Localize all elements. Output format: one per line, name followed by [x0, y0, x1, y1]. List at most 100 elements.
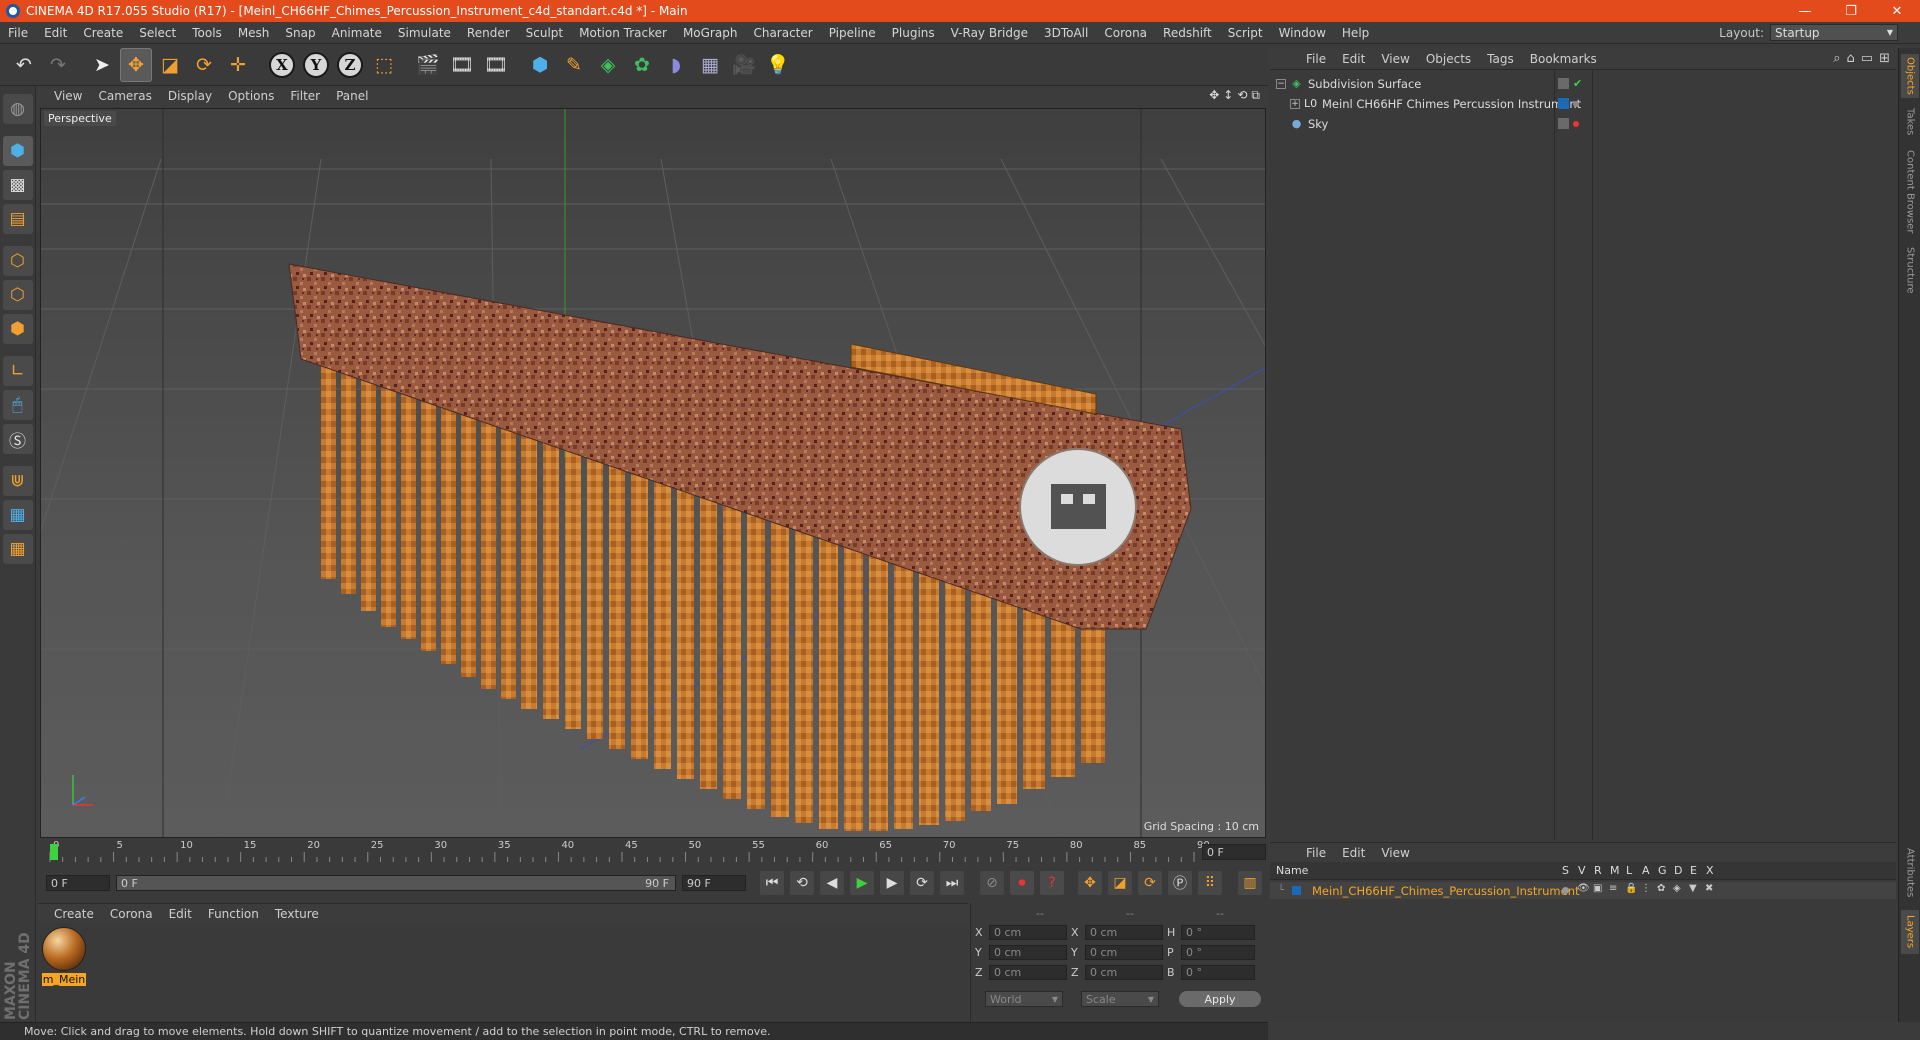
next-key-button[interactable]: ⟳: [910, 871, 934, 895]
world-dropdown[interactable]: World ▼: [985, 991, 1063, 1007]
x-axis-button[interactable]: X: [266, 48, 298, 82]
menu-file[interactable]: File: [0, 26, 36, 40]
dolly-view-icon[interactable]: ↕: [1223, 88, 1233, 103]
live-selection-button[interactable]: ➤: [86, 48, 118, 82]
timeline-window-button[interactable]: ▥: [1238, 871, 1262, 895]
workplane-mode-button[interactable]: ▤: [2, 204, 33, 234]
viewport-menu-filter[interactable]: Filter: [282, 89, 328, 103]
edit-render-settings-button[interactable]: 🎞: [480, 48, 512, 82]
add-floor-button[interactable]: ▦: [694, 48, 726, 82]
expand-icon[interactable]: ⊞: [1879, 51, 1890, 66]
material-thumbnail[interactable]: m_Mein: [42, 927, 86, 986]
menu-plugins[interactable]: Plugins: [884, 26, 943, 40]
render-view-button[interactable]: 🎬: [412, 48, 444, 82]
axis-mode-button[interactable]: ∟: [2, 356, 33, 386]
key-parameter-button[interactable]: Ⓟ: [1168, 871, 1192, 895]
search-icon[interactable]: ⌕: [1833, 51, 1840, 66]
layer-color-tag-icon[interactable]: [1558, 98, 1569, 109]
y-axis-button[interactable]: Y: [300, 48, 332, 82]
viewport-label[interactable]: Perspective: [44, 111, 116, 126]
viewport-menu-panel[interactable]: Panel: [328, 89, 376, 103]
lm-menu-edit[interactable]: Edit: [1334, 846, 1373, 860]
menu-help[interactable]: Help: [1334, 26, 1377, 40]
planar-workplane-button[interactable]: ▦: [2, 534, 33, 564]
menu-3dtoall[interactable]: 3DToAll: [1036, 26, 1096, 40]
object-row-sky[interactable]: ● Sky: [1270, 114, 1896, 133]
om-menu-file[interactable]: File: [1298, 52, 1334, 66]
position-y-field[interactable]: 0 cm: [989, 945, 1067, 960]
keyframe-selection-button[interactable]: ?: [1040, 871, 1064, 895]
layout-dropdown[interactable]: Startup ▼: [1770, 24, 1898, 41]
menu-select[interactable]: Select: [131, 26, 184, 40]
rotation-p-field[interactable]: 0 °: [1181, 945, 1255, 960]
edges-mode-button[interactable]: ⬡: [2, 280, 33, 310]
coordinate-system-button[interactable]: ⬚: [368, 48, 400, 82]
animation-icon[interactable]: ⋮: [1641, 883, 1651, 894]
new-window-icon[interactable]: ▭: [1861, 51, 1873, 66]
deformer-icon[interactable]: ◈: [1673, 883, 1681, 894]
checkmark-icon[interactable]: ✔: [1573, 77, 1582, 90]
tab-layers[interactable]: Layers: [1901, 910, 1919, 954]
lock-workplane-button[interactable]: ▦: [2, 500, 33, 530]
visibility-dots-icon[interactable]: [1573, 100, 1579, 107]
apply-button[interactable]: Apply: [1179, 991, 1261, 1007]
tab-takes[interactable]: Takes: [1901, 104, 1919, 140]
material-menu-function[interactable]: Function: [200, 907, 267, 921]
undo-button[interactable]: ↶: [8, 48, 40, 82]
solo-dot-icon[interactable]: [1562, 887, 1569, 894]
close-button[interactable]: ✕: [1874, 0, 1920, 22]
timeline-ruler[interactable]: 051015202530354045505560657075808590 0 F: [38, 840, 1268, 864]
visibility-dots-icon[interactable]: [1573, 120, 1579, 127]
tab-content-browser[interactable]: Content Browser: [1901, 146, 1919, 238]
om-menu-bookmarks[interactable]: Bookmarks: [1522, 52, 1605, 66]
toggle-view-icon[interactable]: ⧉: [1251, 88, 1260, 103]
lm-menu-file[interactable]: File: [1298, 846, 1334, 860]
menu-simulate[interactable]: Simulate: [390, 26, 459, 40]
expression-icon[interactable]: ▼: [1689, 883, 1697, 894]
menu-animate[interactable]: Animate: [324, 26, 390, 40]
prev-frame-button[interactable]: ◀: [820, 871, 844, 895]
tab-objects[interactable]: Objects: [1901, 54, 1919, 98]
lm-menu-view[interactable]: View: [1373, 846, 1417, 860]
perspective-viewport[interactable]: Perspective Grid Spacing : 10 cm: [40, 108, 1266, 838]
z-axis-button[interactable]: Z: [334, 48, 366, 82]
key-rotation-button[interactable]: ⟳: [1138, 871, 1162, 895]
position-z-field[interactable]: 0 cm: [989, 965, 1067, 980]
move-tool-button[interactable]: ✥: [120, 47, 152, 82]
om-menu-objects[interactable]: Objects: [1418, 52, 1479, 66]
material-menu-create[interactable]: Create: [46, 907, 102, 921]
rotate-tool-button[interactable]: ⟳: [188, 48, 220, 82]
menu-create[interactable]: Create: [75, 26, 131, 40]
end-frame-field[interactable]: 90 F: [682, 875, 746, 891]
om-menu-edit[interactable]: Edit: [1334, 52, 1373, 66]
menu-tools[interactable]: Tools: [184, 26, 230, 40]
add-camera-button[interactable]: 🎥: [728, 48, 760, 82]
menu-mograph[interactable]: MoGraph: [675, 26, 746, 40]
manager-icon[interactable]: ≡: [1609, 883, 1617, 894]
viewport-menu-display[interactable]: Display: [160, 89, 220, 103]
size-y-field[interactable]: 0 cm: [1085, 945, 1163, 960]
frame-range-slider[interactable]: 0 F 90 F: [116, 875, 676, 891]
go-to-start-button[interactable]: ⏮: [760, 871, 784, 895]
menu-render[interactable]: Render: [459, 26, 518, 40]
magnet-button[interactable]: ⋓: [2, 466, 33, 496]
layer-row[interactable]: └ Meinl_CH66HF_Chimes_Percussion_Instrum…: [1270, 882, 1896, 899]
tab-structure[interactable]: Structure: [1901, 244, 1919, 296]
start-frame-field[interactable]: 0 F: [46, 875, 110, 891]
viewport-menu-cameras[interactable]: Cameras: [90, 89, 159, 103]
material-menu-corona[interactable]: Corona: [102, 907, 161, 921]
polygons-mode-button[interactable]: ⬢: [2, 314, 33, 344]
playhead[interactable]: [50, 844, 58, 860]
menu-mesh[interactable]: Mesh: [230, 26, 278, 40]
key-position-button[interactable]: ✥: [1078, 871, 1102, 895]
material-menu-texture[interactable]: Texture: [267, 907, 327, 921]
snap-button[interactable]: Ⓢ: [2, 424, 33, 454]
generator-icon[interactable]: ✿: [1657, 883, 1665, 894]
menu-character[interactable]: Character: [745, 26, 820, 40]
scale-dropdown[interactable]: Scale ▼: [1081, 991, 1159, 1007]
om-menu-view[interactable]: View: [1373, 52, 1417, 66]
collapse-icon[interactable]: −: [1276, 78, 1286, 89]
maximize-button[interactable]: ❐: [1828, 0, 1874, 22]
key-scale-button[interactable]: ◪: [1108, 871, 1132, 895]
menu-window[interactable]: Window: [1271, 26, 1334, 40]
